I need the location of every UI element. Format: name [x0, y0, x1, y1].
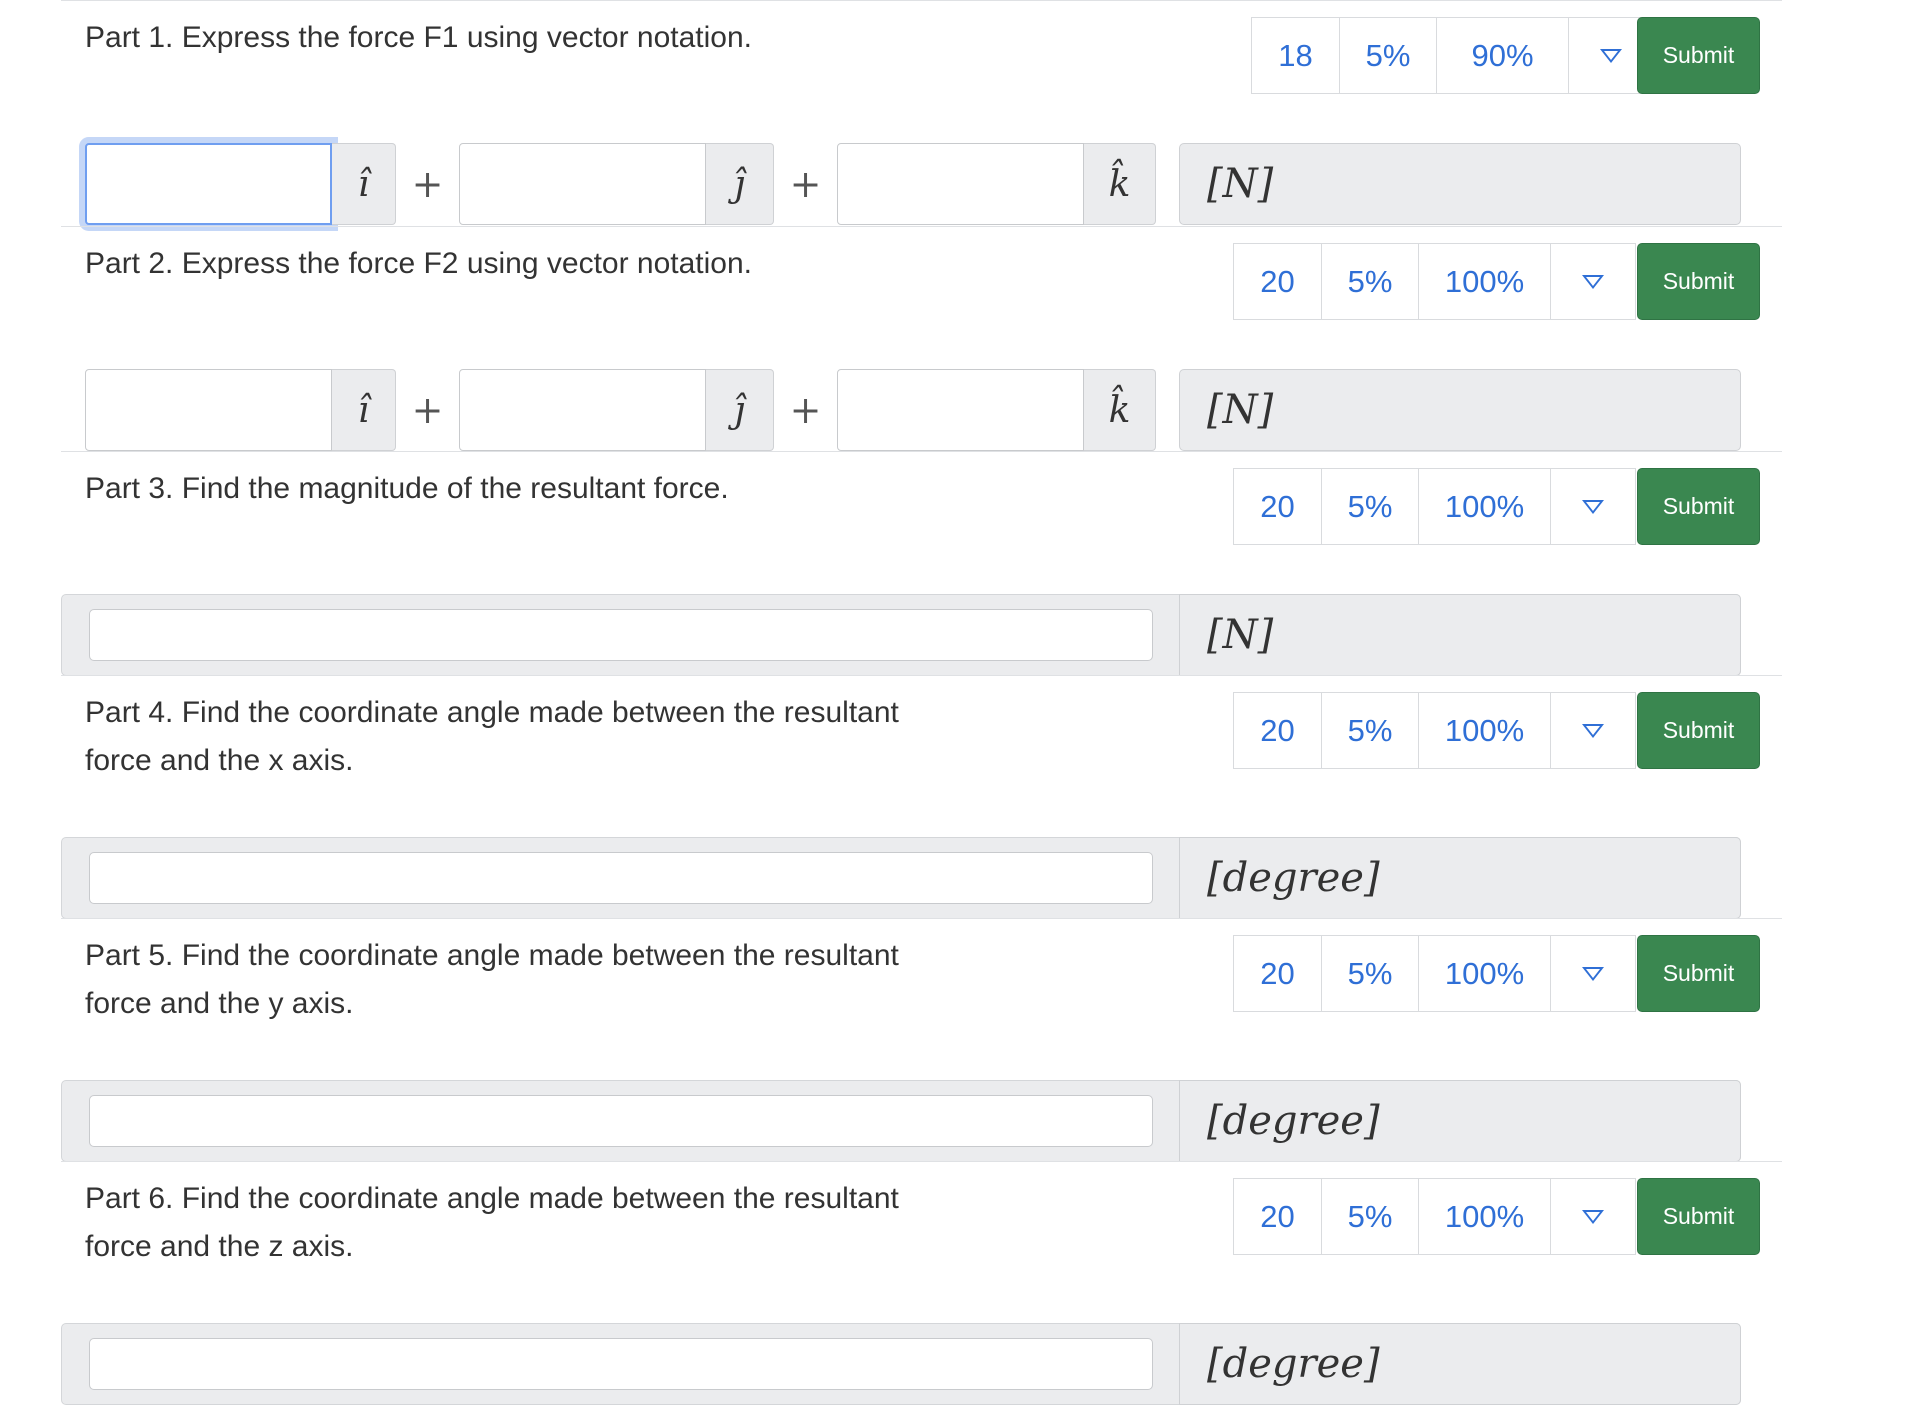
part-1-stats: 18 5% 90% [1251, 17, 1654, 94]
plus-sign: + [789, 162, 822, 206]
max-score: 100% [1419, 1179, 1551, 1254]
part-2-prompt: Part 2. Express the force F2 using vecto… [85, 247, 753, 280]
submit-button[interactable]: Submit [1637, 468, 1760, 545]
units-label: [N] [1179, 594, 1741, 676]
attempts-remaining: 20 [1234, 936, 1322, 1011]
triangle-down-icon [1582, 499, 1604, 514]
submit-button[interactable]: Submit [1637, 17, 1760, 94]
units-label: [N] [1179, 143, 1741, 225]
stats-menu-button[interactable] [1551, 244, 1635, 319]
magnitude-input[interactable] [89, 609, 1153, 661]
plus-sign: + [411, 162, 444, 206]
stats-menu-button[interactable] [1551, 936, 1635, 1011]
i-component-input[interactable] [85, 143, 332, 225]
x-angle-input[interactable] [89, 852, 1153, 904]
j-component-input[interactable] [459, 369, 706, 451]
part-6-prompt: Part 6. Find the coordinate angle made b… [85, 1182, 899, 1263]
triangle-down-icon [1582, 723, 1604, 738]
deduction-per-attempt: 5% [1322, 1179, 1419, 1254]
stats-menu-button[interactable] [1551, 1179, 1635, 1254]
part-2: Part 2. Express the force F2 using vecto… [61, 226, 1782, 451]
triangle-down-icon [1582, 1209, 1604, 1224]
attempts-remaining: 20 [1234, 693, 1322, 768]
j-component-input[interactable] [459, 143, 706, 225]
attempts-remaining: 20 [1234, 244, 1322, 319]
j-hat-label: ĵ [706, 369, 774, 451]
plus-sign: + [411, 388, 444, 432]
part-5: Part 5. Find the coordinate angle made b… [61, 918, 1782, 1162]
stats-menu-button[interactable] [1551, 469, 1635, 544]
i-hat-label: î [332, 369, 396, 451]
part-5-prompt: Part 5. Find the coordinate angle made b… [85, 939, 899, 1020]
y-angle-input[interactable] [89, 1095, 1153, 1147]
part-3-prompt: Part 3. Find the magnitude of the result… [85, 472, 729, 505]
stats-menu-button[interactable] [1551, 693, 1635, 768]
units-label: [degree] [1179, 837, 1741, 919]
plus-sign: + [789, 388, 822, 432]
part-4: Part 4. Find the coordinate angle made b… [61, 675, 1782, 919]
units-label: [degree] [1179, 1080, 1741, 1162]
max-score: 100% [1419, 244, 1551, 319]
max-score: 90% [1437, 18, 1569, 93]
part-5-stats: 20 5% 100% [1233, 935, 1636, 1012]
part-4-stats: 20 5% 100% [1233, 692, 1636, 769]
triangle-down-icon [1582, 966, 1604, 981]
deduction-per-attempt: 5% [1322, 469, 1419, 544]
attempts-remaining: 20 [1234, 469, 1322, 544]
k-component-input[interactable] [837, 369, 1084, 451]
units-label: [N] [1179, 369, 1741, 451]
submit-button[interactable]: Submit [1637, 935, 1760, 1012]
part-2-stats: 20 5% 100% [1233, 243, 1636, 320]
part-3-stats: 20 5% 100% [1233, 468, 1636, 545]
deduction-per-attempt: 5% [1322, 693, 1419, 768]
triangle-down-icon [1600, 48, 1622, 63]
part-1-prompt: Part 1. Express the force F1 using vecto… [85, 21, 753, 54]
attempts-remaining: 20 [1234, 1179, 1322, 1254]
attempts-remaining: 18 [1252, 18, 1340, 93]
deduction-per-attempt: 5% [1322, 936, 1419, 1011]
i-hat-label: î [332, 143, 396, 225]
max-score: 100% [1419, 936, 1551, 1011]
part-6: Part 6. Find the coordinate angle made b… [61, 1161, 1782, 1406]
submit-button[interactable]: Submit [1637, 1178, 1760, 1255]
submit-button[interactable]: Submit [1637, 692, 1760, 769]
deduction-per-attempt: 5% [1322, 244, 1419, 319]
deduction-per-attempt: 5% [1340, 18, 1437, 93]
z-angle-input[interactable] [89, 1338, 1153, 1390]
k-component-input[interactable] [837, 143, 1084, 225]
part-4-prompt: Part 4. Find the coordinate angle made b… [85, 696, 899, 777]
k-hat-label: k̂ [1084, 143, 1156, 225]
triangle-down-icon [1582, 274, 1604, 289]
part-3: Part 3. Find the magnitude of the result… [61, 451, 1782, 676]
part-1: Part 1. Express the force F1 using vecto… [61, 0, 1782, 225]
i-component-input[interactable] [85, 369, 332, 451]
max-score: 100% [1419, 693, 1551, 768]
submit-button[interactable]: Submit [1637, 243, 1760, 320]
j-hat-label: ĵ [706, 143, 774, 225]
max-score: 100% [1419, 469, 1551, 544]
units-label: [degree] [1179, 1323, 1741, 1405]
part-6-stats: 20 5% 100% [1233, 1178, 1636, 1255]
k-hat-label: k̂ [1084, 369, 1156, 451]
